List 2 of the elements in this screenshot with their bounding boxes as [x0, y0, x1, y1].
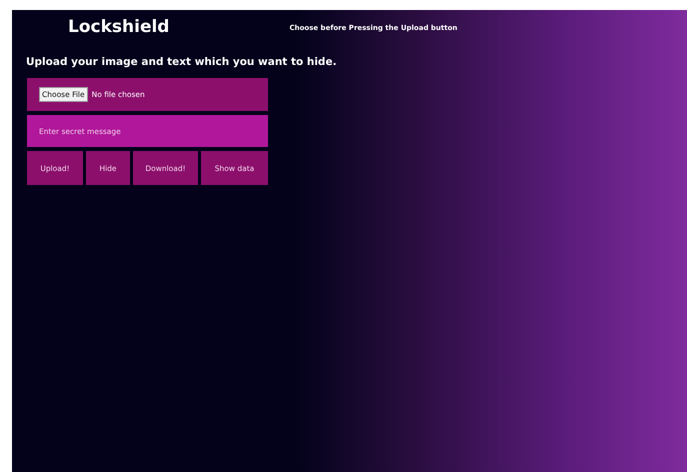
heading: Upload your image and text which you want to hide. — [26, 54, 338, 70]
app-title: Lockshield — [68, 16, 170, 39]
